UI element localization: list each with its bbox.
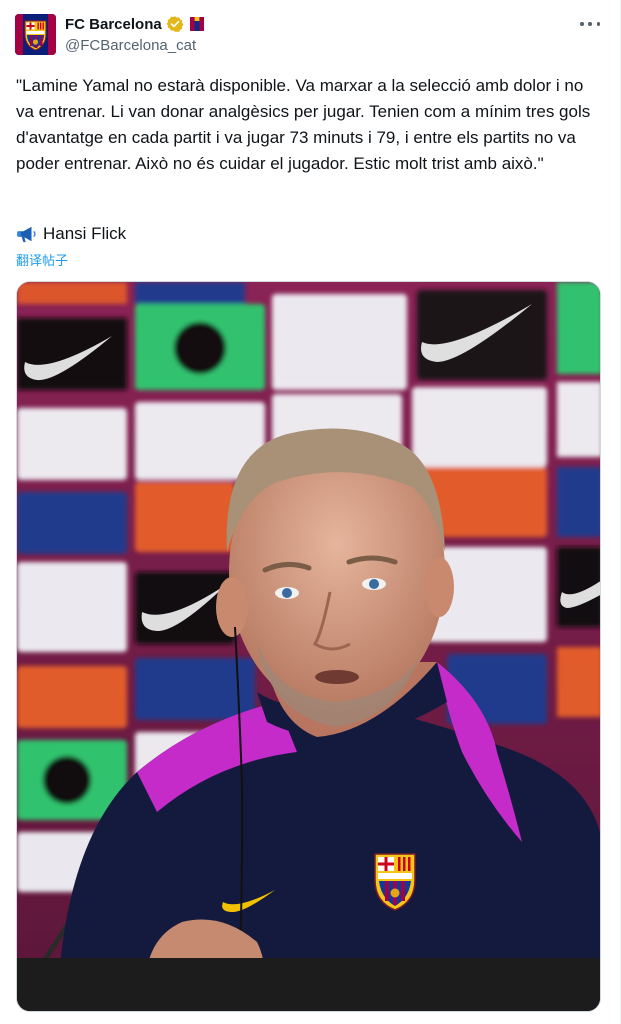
translate-post-link[interactable]: 翻译帖子 [16, 250, 68, 269]
tweet-text: "Lamine Yamal no estarà disponible. Va m… [16, 76, 591, 173]
avatar[interactable] [15, 14, 56, 55]
display-name-row: FC Barcelona [65, 14, 204, 34]
press-conference-photo [17, 282, 600, 1011]
tweet-photo[interactable] [16, 281, 601, 1012]
tweet-card: FC Barcelona @FCBarcelona_cat "Lamine Ya… [0, 0, 621, 1024]
author-block: FC Barcelona @FCBarcelona_cat [65, 14, 204, 54]
verified-badge-icon[interactable] [166, 15, 184, 33]
user-handle[interactable]: @FCBarcelona_cat [65, 37, 204, 54]
quote-author: Hansi Flick [16, 222, 126, 246]
more-options-icon[interactable] [580, 16, 600, 32]
megaphone-icon [17, 226, 36, 243]
fc-barcelona-crest-icon [15, 14, 56, 55]
display-name[interactable]: FC Barcelona [65, 16, 162, 33]
quote-author-name: Hansi Flick [43, 224, 127, 243]
barcelona-flag-icon [189, 17, 204, 31]
